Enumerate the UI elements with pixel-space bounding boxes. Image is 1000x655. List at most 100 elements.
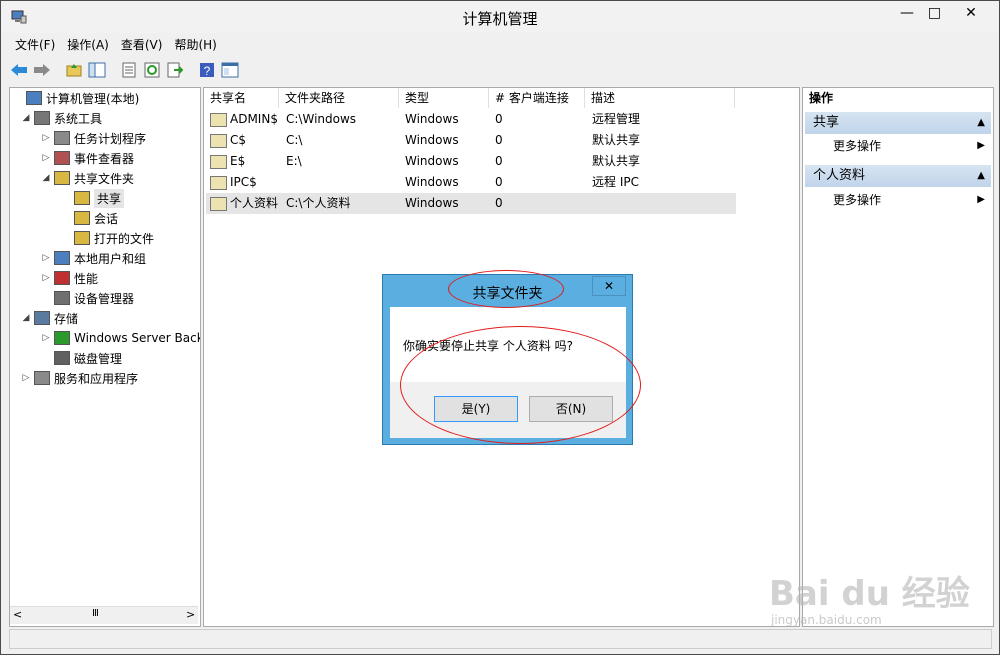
column-header-share-name[interactable]: 共享名 [204, 88, 279, 108]
minimize-button[interactable]: — [894, 2, 920, 24]
maximize-button[interactable]: □ [921, 2, 948, 24]
console-icon[interactable] [220, 60, 240, 80]
actions-section-selected[interactable]: 个人资料 ▲ [805, 165, 991, 187]
more-actions-item[interactable]: 更多操作 ▶ [833, 190, 991, 210]
svg-text:?: ? [204, 64, 211, 78]
tree-item[interactable]: 共享 [60, 188, 125, 208]
table-row[interactable]: E$ E:\ Windows 0 默认共享 [206, 151, 736, 172]
tree-item[interactable]: ◢ 存储 [20, 308, 78, 328]
cell-clients: 0 [495, 112, 503, 126]
submenu-arrow-icon: ▶ [977, 194, 985, 205]
tree-item[interactable]: ▷ 任务计划程序 [40, 128, 146, 148]
tree-expander-icon[interactable]: ▷ [40, 253, 52, 263]
shared-folder-icon [210, 133, 227, 148]
tree-item[interactable]: ▷ 服务和应用程序 [20, 368, 138, 388]
storage-icon [34, 311, 50, 325]
tree-item[interactable]: 设备管理器 [40, 288, 134, 308]
tree-expander-icon[interactable]: ▷ [40, 133, 52, 143]
actions-section-shares[interactable]: 共享 ▲ [805, 112, 991, 134]
shared-folder-icon [210, 196, 227, 211]
scroll-thumb[interactable]: Ⅲ [92, 608, 99, 619]
cell-desc: 默认共享 [592, 133, 641, 147]
table-row[interactable]: 个人资料 C:\个人资料 Windows 0 [206, 193, 736, 214]
tree-item-label: Windows Server Back [74, 331, 201, 345]
tree-item[interactable]: ▷ 事件查看器 [40, 148, 134, 168]
tree-item[interactable]: 计算机管理(本地) [12, 88, 139, 108]
task-scheduler-icon [54, 131, 70, 145]
tree-item-label: 性能 [74, 271, 99, 286]
cell-path: E:\ [286, 154, 302, 168]
menu-view[interactable]: 查看(V) [115, 34, 169, 54]
share-name-text: IPC$ [230, 175, 257, 189]
help-icon[interactable]: ? [197, 60, 217, 80]
table-row[interactable]: IPC$ Windows 0 远程 IPC [206, 172, 736, 193]
tree-horizontal-scrollbar[interactable]: < Ⅲ > [10, 606, 198, 624]
cell-path: C:\个人资料 [286, 196, 351, 210]
tree-item-label: 共享 [94, 188, 125, 208]
tree-item[interactable]: 会话 [60, 208, 118, 228]
tree-expander-icon[interactable]: ▷ [20, 373, 32, 383]
share-name-cell: E$ [210, 151, 245, 172]
shared-folder-icon [210, 154, 227, 169]
share-name-text: ADMIN$ [230, 112, 278, 126]
share-name-cell: C$ [210, 130, 246, 151]
tree-item[interactable]: ▷ 性能 [40, 268, 98, 288]
tree-item-label: 本地用户和组 [74, 251, 147, 266]
shares-icon [74, 191, 90, 205]
toolbar: ? [9, 58, 243, 82]
cell-type: Windows [405, 154, 459, 168]
dialog-close-button[interactable]: ✕ [592, 276, 626, 296]
collapse-up-icon[interactable]: ▲ [977, 165, 985, 187]
column-header-description[interactable]: 描述 [585, 88, 735, 108]
export-list-icon[interactable] [165, 60, 185, 80]
show-hide-tree-icon[interactable] [87, 60, 107, 80]
more-actions-item[interactable]: 更多操作 ▶ [833, 136, 991, 156]
scroll-right-arrow[interactable]: > [186, 608, 195, 621]
cell-desc: 远程 IPC [592, 175, 639, 189]
table-row[interactable]: C$ C:\ Windows 0 默认共享 [206, 130, 736, 151]
tree-expander-icon[interactable]: ◢ [40, 173, 52, 183]
column-header-folder-path[interactable]: 文件夹路径 [279, 88, 399, 108]
scroll-left-arrow[interactable]: < [13, 608, 22, 621]
collapse-up-icon[interactable]: ▲ [977, 112, 985, 134]
tree-item-label: 设备管理器 [74, 291, 135, 306]
more-actions-label: 更多操作 [833, 193, 882, 207]
system-tools-icon [34, 111, 50, 125]
cell-desc: 远程管理 [592, 112, 641, 126]
close-window-button[interactable]: ✕ [948, 2, 994, 24]
tree-expander-icon[interactable]: ▷ [40, 153, 52, 163]
local-users-icon [54, 251, 70, 265]
back-arrow-icon[interactable] [9, 60, 29, 80]
menu-file[interactable]: 文件(F) [9, 34, 61, 54]
tree-item[interactable]: ▷ Windows Server Back [40, 328, 201, 348]
watermark-url: jingyan.baidu.com [771, 613, 882, 627]
up-folder-icon[interactable] [64, 60, 84, 80]
tree-item[interactable]: ◢ 共享文件夹 [40, 168, 134, 188]
menu-help[interactable]: 帮助(H) [168, 34, 222, 54]
tree-item-label: 事件查看器 [74, 151, 135, 166]
tree-item[interactable]: ◢ 系统工具 [20, 108, 102, 128]
tree-item[interactable]: 打开的文件 [60, 228, 154, 248]
forward-arrow-icon[interactable] [32, 60, 52, 80]
column-header-client-connections[interactable]: # 客户端连接 [489, 88, 585, 108]
performance-icon [54, 271, 70, 285]
refresh-icon[interactable] [142, 60, 162, 80]
tree-expander-icon[interactable]: ▷ [40, 333, 52, 343]
tree-expander-icon[interactable]: ◢ [20, 113, 32, 123]
services-apps-icon [34, 371, 50, 385]
properties-icon[interactable] [119, 60, 139, 80]
tree-expander-icon[interactable]: ◢ [20, 313, 32, 323]
tree-item[interactable]: 磁盘管理 [40, 348, 122, 368]
title-bar[interactable]: 计算机管理 — □ ✕ [1, 1, 999, 33]
console-tree[interactable]: 计算机管理(本地) ◢ 系统工具 ▷ 任务计划程序 ▷ 事件查看器 ◢ 共享文件夹 共享 会话 打开的… [9, 87, 201, 627]
submenu-arrow-icon: ▶ [977, 140, 985, 151]
tree-item[interactable]: ▷ 本地用户和组 [40, 248, 146, 268]
tree-expander-icon[interactable]: ▷ [40, 273, 52, 283]
tree-item-label: 会话 [94, 211, 119, 226]
status-bar [9, 629, 992, 649]
menu-action[interactable]: 操作(A) [61, 34, 115, 54]
table-row[interactable]: ADMIN$ C:\Windows Windows 0 远程管理 [206, 109, 736, 130]
column-header-type[interactable]: 类型 [399, 88, 489, 108]
shared-folder-icon [210, 175, 227, 190]
cell-clients: 0 [495, 175, 503, 189]
